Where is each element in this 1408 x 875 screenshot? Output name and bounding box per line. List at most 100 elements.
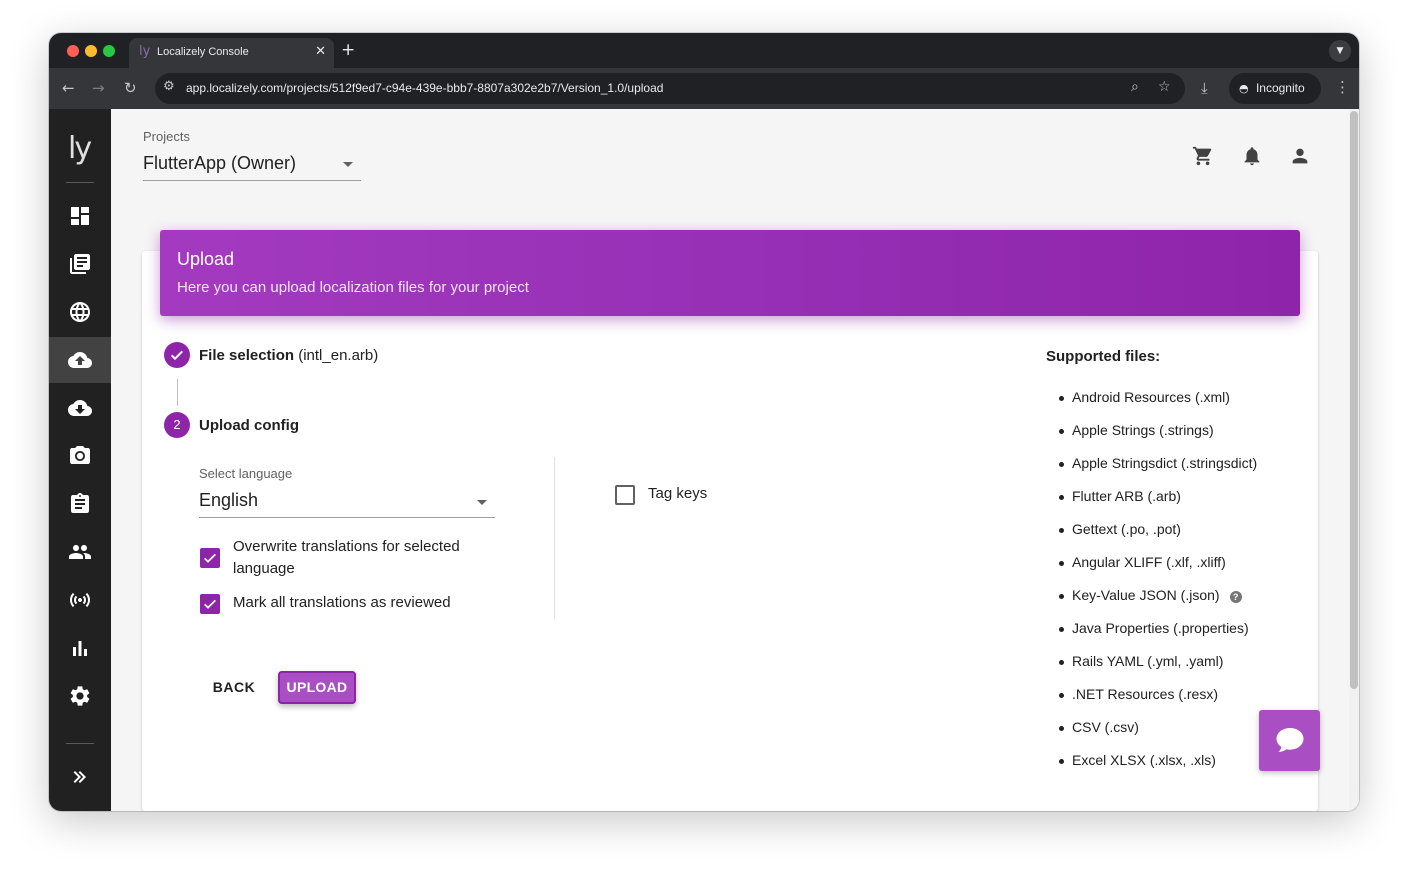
incognito-icon: ◓ bbox=[1239, 82, 1249, 95]
dashboard-icon bbox=[71, 207, 89, 225]
sidebar-item-screenshots[interactable] bbox=[49, 433, 111, 479]
localizely-logo[interactable]: ly bbox=[68, 131, 92, 166]
list-item: Flutter ARB (.arb) bbox=[1059, 488, 1257, 521]
banner-subtitle: Here you can upload localization files f… bbox=[177, 279, 529, 296]
list-item: Android Resources (.xml) bbox=[1059, 389, 1257, 422]
language-select-label: Select language bbox=[199, 466, 293, 481]
browser-toolbar: ← → ↻ ⚙ app.localizely.com/projects/512f… bbox=[49, 68, 1359, 109]
chat-bubble-icon bbox=[1276, 728, 1304, 752]
back-arrow-icon[interactable]: ← bbox=[62, 79, 75, 97]
step-file-selection[interactable]: File selection (intl_en.arb) bbox=[199, 347, 378, 364]
supported-files-list: Android Resources (.xml) Apple Strings (… bbox=[1059, 389, 1257, 785]
sidebar-divider bbox=[66, 182, 94, 183]
tag-keys-checkbox[interactable] bbox=[615, 485, 635, 505]
clipboard-icon bbox=[71, 493, 89, 513]
reload-icon[interactable]: ↻ bbox=[124, 79, 137, 97]
notification-bell-icon[interactable] bbox=[1241, 145, 1263, 167]
list-item: Apple Stringsdict (.stringsdict) bbox=[1059, 455, 1257, 488]
close-window-button[interactable] bbox=[67, 45, 79, 57]
sidebar-item-settings[interactable] bbox=[49, 673, 111, 719]
mark-reviewed-label[interactable]: Mark all translations as reviewed bbox=[233, 592, 451, 614]
globe-icon bbox=[70, 302, 90, 322]
url-text[interactable]: app.localizely.com/projects/512f9ed7-c94… bbox=[186, 81, 663, 95]
sidebar-item-languages[interactable] bbox=[49, 289, 111, 335]
projects-label: Projects bbox=[143, 129, 190, 144]
list-item: Gettext (.po, .pot) bbox=[1059, 521, 1257, 554]
app-content: ly Projects FlutterApp (Owner) Upload He… bbox=[49, 109, 1359, 811]
tab-close-icon[interactable]: ✕ bbox=[315, 44, 326, 59]
step-2-number: 2 bbox=[164, 412, 190, 438]
language-select[interactable]: English bbox=[199, 485, 495, 518]
sidebar-divider bbox=[66, 743, 94, 744]
double-chevron-right-icon bbox=[73, 771, 86, 783]
sidebar-item-integrations[interactable] bbox=[49, 577, 111, 623]
address-bar[interactable]: ⚙ app.localizely.com/projects/512f9ed7-c… bbox=[155, 73, 1185, 104]
project-select[interactable]: FlutterApp (Owner) bbox=[143, 149, 361, 181]
sidebar-item-reports[interactable] bbox=[49, 625, 111, 671]
language-select-value: English bbox=[199, 490, 259, 510]
list-item: .NET Resources (.resx) bbox=[1059, 686, 1257, 719]
new-tab-icon[interactable]: + bbox=[341, 40, 355, 60]
library-books-icon bbox=[70, 254, 90, 274]
list-item: Key-Value JSON (.json)? bbox=[1059, 587, 1257, 620]
browser-menu-icon[interactable]: ⋮ bbox=[1335, 78, 1350, 96]
sidebar-item-library[interactable] bbox=[49, 241, 111, 287]
help-question-icon[interactable]: ? bbox=[1229, 591, 1242, 603]
cloud-download-icon bbox=[68, 400, 92, 416]
maximize-window-button[interactable] bbox=[103, 45, 115, 57]
download-icon[interactable]: ⤓ bbox=[1201, 79, 1208, 97]
upload-button[interactable]: UPLOAD bbox=[278, 671, 356, 704]
chat-support-button[interactable] bbox=[1259, 710, 1320, 771]
tab-favicon-icon: ly bbox=[139, 44, 151, 59]
cloud-upload-icon bbox=[68, 352, 92, 368]
chevron-down-icon bbox=[343, 162, 353, 167]
browser-tab[interactable]: ly Localizely Console ✕ bbox=[129, 38, 334, 68]
step-complete-check-icon bbox=[164, 342, 190, 368]
overwrite-translations-checkbox[interactable] bbox=[200, 548, 220, 568]
camera-icon bbox=[70, 446, 90, 464]
tab-title: Localizely Console bbox=[157, 46, 249, 58]
upload-banner: Upload Here you can upload localization … bbox=[160, 230, 1300, 316]
list-item: Apple Strings (.strings) bbox=[1059, 422, 1257, 455]
sidebar-item-team[interactable] bbox=[49, 529, 111, 575]
sidebar-item-download[interactable] bbox=[49, 385, 111, 431]
sidebar-item-tasks[interactable] bbox=[49, 481, 111, 527]
browser-window: ly Localizely Console ✕ + ▼ ← → ↻ ⚙ app.… bbox=[49, 33, 1359, 811]
gear-icon bbox=[70, 686, 90, 706]
list-item: Java Properties (.properties) bbox=[1059, 620, 1257, 653]
checkmark-icon bbox=[204, 599, 216, 609]
page-scrollbar[interactable] bbox=[1349, 109, 1359, 811]
list-item: Angular XLIFF (.xlf, .xliff) bbox=[1059, 554, 1257, 587]
checkmark-icon bbox=[204, 553, 216, 563]
tag-keys-label[interactable]: Tag keys bbox=[648, 483, 707, 505]
supported-files-title: Supported files: bbox=[1046, 348, 1161, 365]
sidebar: ly bbox=[49, 109, 111, 811]
site-info-icon[interactable]: ⚙ bbox=[163, 79, 175, 94]
list-item: Excel XLSX (.xlsx, .xls) bbox=[1059, 752, 1257, 785]
minimize-window-button[interactable] bbox=[85, 45, 97, 57]
tab-search-chevron-icon[interactable]: ▼ bbox=[1329, 40, 1351, 62]
sidebar-item-upload[interactable] bbox=[49, 337, 111, 383]
stepper-connector bbox=[177, 379, 178, 406]
project-select-value: FlutterApp (Owner) bbox=[143, 153, 297, 173]
chevron-down-icon bbox=[477, 500, 487, 505]
bookmark-star-icon[interactable]: ☆ bbox=[1158, 79, 1171, 95]
form-column-divider bbox=[554, 457, 555, 619]
list-item: CSV (.csv) bbox=[1059, 719, 1257, 752]
mark-reviewed-checkbox[interactable] bbox=[200, 594, 220, 614]
incognito-label: Incognito bbox=[1255, 81, 1305, 95]
step-2-title: Upload config bbox=[199, 417, 299, 434]
list-item: Rails YAML (.yml, .yaml) bbox=[1059, 653, 1257, 686]
incognito-badge[interactable]: ◓ Incognito bbox=[1229, 73, 1321, 104]
overwrite-translations-label[interactable]: Overwrite translations for selected lang… bbox=[233, 536, 503, 580]
step-1-title: File selection bbox=[199, 347, 295, 364]
sidebar-item-dashboard[interactable] bbox=[49, 193, 111, 239]
zoom-icon[interactable]: ⌕ bbox=[1131, 79, 1139, 95]
people-icon bbox=[69, 545, 91, 559]
account-person-icon[interactable] bbox=[1289, 145, 1311, 167]
back-button[interactable]: BACK bbox=[204, 671, 264, 703]
shopping-cart-icon[interactable] bbox=[1192, 145, 1214, 167]
scrollbar-thumb[interactable] bbox=[1350, 111, 1358, 689]
forward-arrow-icon[interactable]: → bbox=[92, 79, 105, 97]
sidebar-expand-button[interactable] bbox=[49, 754, 111, 800]
